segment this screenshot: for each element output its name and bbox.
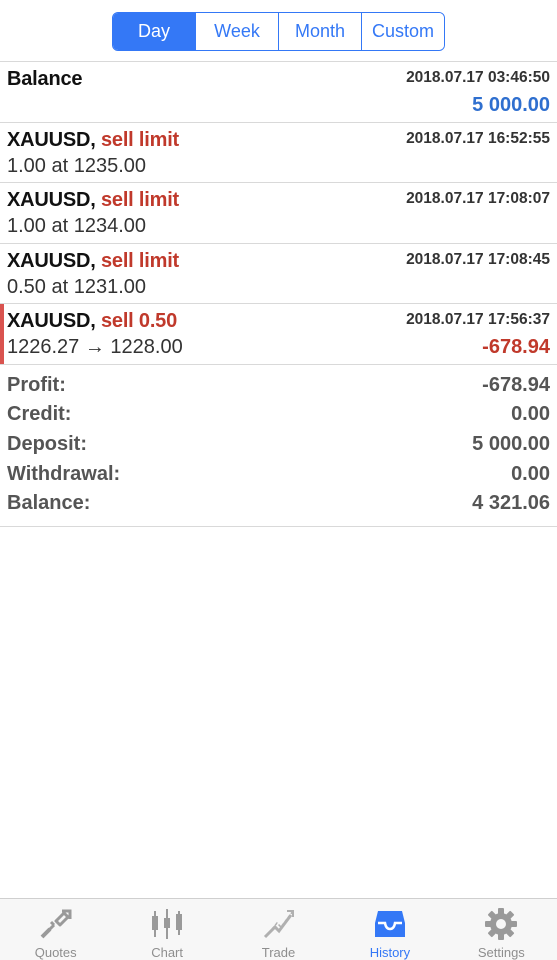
bottom-tab-bar: Quotes Chart Trade History Settings — [0, 898, 557, 960]
tab-trade[interactable]: Trade — [223, 899, 334, 960]
row-action: sell 0.50 — [100, 310, 178, 332]
row-symbol: XAUUSD, — [7, 310, 96, 332]
row-time: 2018.07.17 17:08:07 — [406, 190, 550, 207]
summary-value: -678.94 — [482, 373, 550, 396]
row-time: 2018.07.17 03:46:50 — [406, 69, 550, 86]
summary-deposit: Deposit: 5 000.00 — [7, 430, 550, 460]
history-row-balance[interactable]: Balance 2018.07.17 03:46:50 5 000.00 — [0, 62, 557, 123]
row-action: sell limit — [100, 249, 180, 272]
gear-icon — [485, 908, 518, 940]
row-symbol: XAUUSD, — [7, 249, 96, 272]
tab-settings[interactable]: Settings — [446, 899, 557, 960]
row-detail: 1.00 at 1235.00 — [7, 154, 147, 177]
tab-custom[interactable]: Custom — [361, 13, 444, 50]
tab-history[interactable]: History — [334, 899, 445, 960]
summary-label: Profit: — [7, 373, 66, 396]
period-segmented-control: Day Week Month Custom — [112, 12, 445, 51]
row-action: sell limit — [100, 189, 180, 211]
summary-value: 5 000.00 — [472, 432, 550, 455]
tab-label: Trade — [261, 945, 296, 960]
row-action: sell limit — [100, 128, 180, 151]
tab-label: Chart — [151, 945, 183, 960]
row-time: 2018.07.17 16:52:55 — [406, 129, 550, 147]
period-selector-bar: Day Week Month Custom — [0, 0, 557, 62]
tab-label: History — [369, 945, 411, 960]
tab-quotes[interactable]: Quotes — [0, 899, 111, 960]
candlestick-chart-icon — [152, 909, 183, 939]
summary-profit: Profit: -678.94 — [7, 371, 550, 401]
history-row-order[interactable]: XAUUSD, sell limit 2018.07.17 17:08:45 0… — [0, 244, 557, 304]
summary-label: Deposit: — [7, 432, 87, 455]
row-time: 2018.07.17 17:08:45 — [406, 250, 550, 268]
tab-month[interactable]: Month — [278, 13, 361, 50]
summary-label: Balance: — [7, 492, 91, 515]
history-row-order[interactable]: XAUUSD, sell limit 2018.07.17 16:52:55 1… — [0, 123, 557, 183]
row-detail: 1226.27 → 1228.00 — [7, 336, 183, 358]
history-row-deal[interactable]: XAUUSD, sell 0.50 2018.07.17 17:56:37 12… — [0, 304, 557, 365]
summary-value: 4 321.06 — [472, 492, 550, 515]
tab-chart[interactable]: Chart — [111, 899, 222, 960]
history-inbox-icon — [374, 911, 405, 937]
summary-label: Withdrawal: — [7, 462, 121, 485]
history-row-order[interactable]: XAUUSD, sell limit 2018.07.17 17:08:07 1… — [0, 183, 557, 244]
summary-value: 0.00 — [511, 462, 550, 485]
account-summary: Profit: -678.94 Credit: 0.00 Deposit: 5 … — [0, 365, 557, 528]
summary-label: Credit: — [7, 403, 72, 426]
row-detail: 1.00 at 1234.00 — [7, 215, 147, 237]
row-time: 2018.07.17 17:56:37 — [406, 311, 550, 328]
summary-value: 0.00 — [511, 403, 550, 426]
row-amount: 5 000.00 — [472, 94, 550, 116]
row-detail: 0.50 at 1231.00 — [7, 275, 147, 298]
tab-label: Quotes — [34, 945, 77, 960]
summary-balance: Balance: 4 321.06 — [7, 489, 550, 519]
tab-label: Settings — [477, 945, 525, 960]
tab-week[interactable]: Week — [195, 13, 278, 50]
row-symbol: XAUUSD, — [7, 189, 96, 211]
history-list: Balance 2018.07.17 03:46:50 5 000.00 XAU… — [0, 62, 557, 365]
summary-credit: Credit: 0.00 — [7, 400, 550, 430]
tab-day[interactable]: Day — [113, 13, 195, 50]
row-symbol: XAUUSD, — [7, 128, 96, 151]
quotes-icon — [40, 909, 72, 939]
row-amount: -678.94 — [482, 336, 550, 358]
row-title: Balance — [7, 68, 83, 90]
summary-withdrawal: Withdrawal: 0.00 — [7, 459, 550, 489]
trade-icon — [263, 910, 294, 939]
